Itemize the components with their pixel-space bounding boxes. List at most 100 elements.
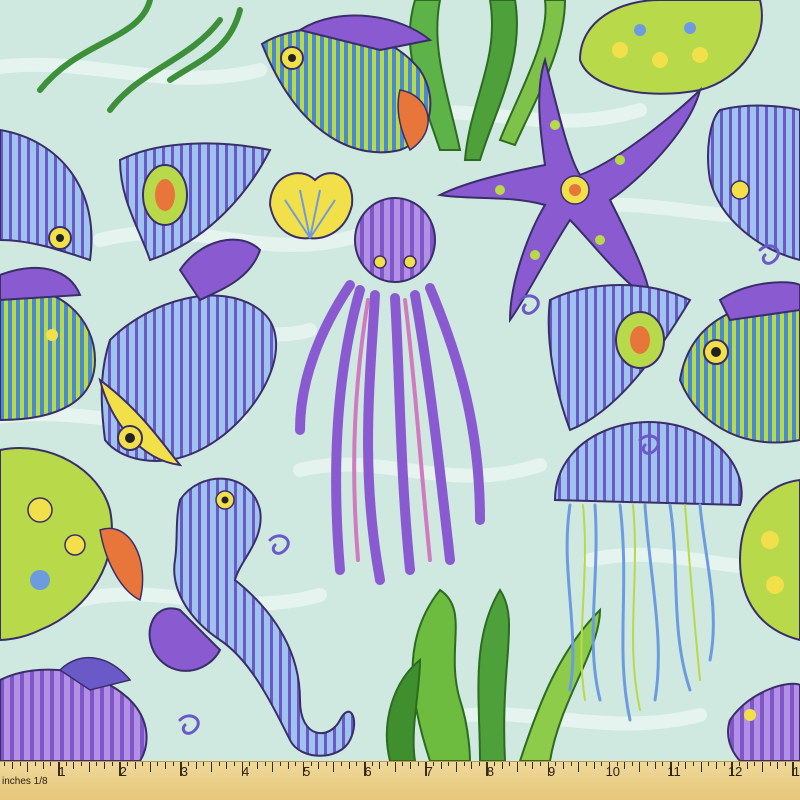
ruler-tick (540, 762, 541, 766)
ruler-number: 1 (792, 764, 800, 779)
ruler-tick (42, 762, 44, 769)
ruler-tick (379, 762, 381, 769)
ruler-tick (463, 762, 465, 766)
ruler-tick (708, 762, 710, 766)
ruler-tick (440, 762, 442, 769)
ruler-tick (417, 762, 419, 766)
ruler-tick (165, 762, 167, 769)
ruler-tick (585, 762, 587, 766)
ruler-tick (394, 762, 396, 772)
ruler-tick (126, 762, 128, 766)
ruler-unit-label: inches 1/8 (2, 776, 48, 787)
ruler-number: 8 (486, 764, 495, 779)
ruler-tick (256, 762, 258, 769)
ruler-tick (754, 762, 756, 766)
ruler-tick (226, 762, 228, 769)
ruler-tick (532, 762, 534, 769)
ruler-tick (593, 762, 595, 769)
ruler-tick (157, 762, 159, 766)
ruler-tick (73, 762, 75, 769)
ruler-tick (501, 762, 503, 769)
ruler-tick (784, 762, 786, 766)
ruler-tick (471, 762, 473, 769)
ruler-number: 11 (667, 764, 681, 779)
ruler-tick (455, 762, 457, 772)
ruler-tick (195, 762, 197, 769)
ruler-tick (325, 762, 327, 766)
ruler-tick (203, 762, 205, 766)
ruler-tick (509, 762, 511, 766)
ruler-tick (111, 762, 113, 766)
ruler-tick (570, 762, 572, 766)
ruler-tick (639, 762, 641, 772)
ruler-tick (654, 762, 656, 769)
ruler-tick (218, 762, 220, 766)
ruler-tick (432, 762, 434, 766)
ruler-tick (524, 762, 526, 766)
ruler-tick (310, 762, 312, 766)
ruler-tick (211, 762, 212, 772)
ruler-tick (50, 762, 52, 766)
ruler-number: 4 (241, 764, 250, 779)
ruler-number: 10 (605, 764, 621, 779)
ruler-tick (333, 762, 335, 772)
ruler-tick (685, 762, 687, 769)
measuring-ruler: inches 1/8 1 2 3 4 5 6 7 8 9 10 11 12 1 (0, 761, 800, 800)
ruler-tick (662, 762, 664, 766)
ruler-tick (761, 762, 763, 772)
ruler-tick (371, 762, 373, 766)
ruler-number: 12 (727, 764, 743, 779)
ruler-tick (478, 762, 480, 766)
ruler-tick (279, 762, 281, 766)
ruler-tick (81, 762, 82, 766)
ruler-tick (19, 762, 21, 766)
ruler-tick (448, 762, 450, 766)
ruler-tick (88, 762, 90, 772)
ruler-tick (578, 762, 580, 772)
ruler-tick (700, 762, 702, 772)
ruler-tick (555, 762, 557, 766)
ruler-tick (287, 762, 289, 769)
ruler-tick (769, 762, 771, 766)
ruler-tick (386, 762, 388, 766)
ruler-tick (4, 762, 6, 766)
ruler-tick (746, 762, 748, 769)
ruler-tick (715, 762, 717, 769)
ruler-tick (134, 762, 136, 769)
ruler-tick (264, 762, 266, 766)
ruler-number: 3 (180, 764, 189, 779)
small-scallop-shell (268, 172, 354, 240)
ruler-tick (65, 762, 67, 766)
ruler-tick (234, 762, 235, 766)
ruler-tick (35, 762, 36, 766)
ruler-tick (96, 762, 98, 766)
ruler-tick (295, 762, 297, 766)
ruler-tick (562, 762, 564, 769)
ruler-tick (249, 762, 251, 766)
ruler-tick (149, 762, 151, 772)
ruler-tick (272, 762, 274, 772)
ruler-number: 2 (119, 764, 127, 779)
ruler-number: 5 (303, 764, 311, 779)
ruler-tick (517, 762, 518, 772)
ruler-tick (601, 762, 603, 766)
ruler-number: 9 (547, 764, 556, 779)
ocean-life-fabric-print (0, 0, 800, 761)
ruler-tick (172, 762, 174, 766)
ruler-tick (647, 762, 649, 766)
ruler-tick (12, 762, 14, 769)
ruler-tick (27, 762, 29, 772)
ruler-tick (624, 762, 626, 769)
ruler-tick (494, 762, 496, 766)
ruler-tick (693, 762, 694, 766)
ruler-tick (409, 762, 411, 769)
ruler-number: 6 (364, 764, 372, 779)
ruler-tick (356, 762, 358, 766)
ruler-tick (402, 762, 404, 766)
ruler-tick (631, 762, 633, 766)
purple-fish-bottom-left (0, 656, 148, 761)
ruler-tick (777, 762, 779, 769)
ruler-tick (318, 762, 320, 769)
ruler-tick (341, 762, 343, 766)
ruler-tick (103, 762, 105, 769)
